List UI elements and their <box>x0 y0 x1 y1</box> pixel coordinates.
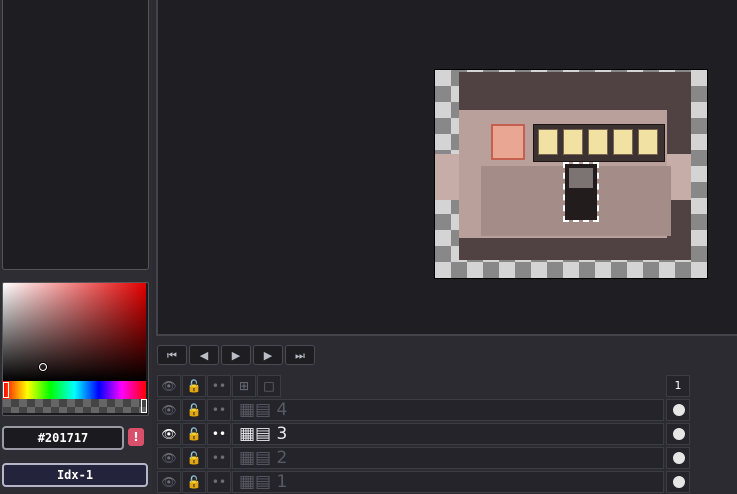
shelf-item <box>588 129 608 155</box>
prev-frame-button[interactable]: ◀ <box>189 345 219 365</box>
lock-icon[interactable]: 🔓 <box>182 399 206 421</box>
notice-poster <box>491 124 525 160</box>
layer-row[interactable]: 👁 🔓 •• ▦▤ 1 <box>157 471 737 494</box>
character-head <box>569 168 593 188</box>
eye-icon[interactable]: 👁 <box>157 471 181 493</box>
last-frame-button[interactable]: ⏭ <box>285 345 315 365</box>
left-panel: #201717 ! Idx-1 <box>0 0 152 493</box>
eye-icon[interactable]: 👁 <box>157 375 181 397</box>
cel-dot-icon <box>673 476 685 488</box>
layer-row-active[interactable]: 👁 🔓 •• ▦▤ 3 <box>157 423 737 446</box>
layer-row[interactable]: 👁 🔓 •• ▦▤ 4 <box>157 399 737 422</box>
sprite-canvas[interactable] <box>434 69 708 279</box>
cel-cell[interactable] <box>666 471 690 493</box>
frame-icon[interactable]: □ <box>257 375 281 397</box>
alpha-slider-handle[interactable] <box>141 399 147 413</box>
layers-panel: 👁 🔓 •• ⊞ □ 1 👁 🔓 •• ▦▤ 4 👁 🔓 •• ▦▤ 3 👁 🔓… <box>157 375 737 493</box>
lock-icon[interactable]: 🔓 <box>182 423 206 445</box>
first-frame-button[interactable]: ⏮ <box>157 345 187 365</box>
playback-controls: ⏮ ◀ ▶ ▶ ⏭ <box>157 345 317 367</box>
eye-icon[interactable]: 👁 <box>157 423 181 445</box>
color-picker[interactable] <box>2 282 149 416</box>
hue-slider-handle[interactable] <box>3 382 9 398</box>
link-icon[interactable]: •• <box>207 447 231 469</box>
shelf-item <box>613 129 633 155</box>
hue-slider[interactable] <box>3 381 146 399</box>
sprite-editor-area[interactable] <box>156 0 737 336</box>
play-icon: ▶ <box>231 349 241 362</box>
hex-color-field[interactable]: #201717 <box>2 426 124 450</box>
color-index-field[interactable]: Idx-1 <box>2 463 148 487</box>
room-ledge-left <box>435 154 459 200</box>
eye-icon[interactable]: 👁 <box>157 447 181 469</box>
palette-area[interactable] <box>2 0 149 270</box>
saturation-value-square[interactable] <box>3 283 146 381</box>
cel-dot-icon <box>673 452 685 464</box>
link-icon[interactable]: •• <box>207 471 231 493</box>
warning-icon[interactable]: ! <box>128 428 144 446</box>
shelf-item <box>638 129 658 155</box>
layer-name[interactable]: ▦▤ 3 <box>232 423 664 445</box>
cel-dot-icon <box>673 404 685 416</box>
layer-row[interactable]: 👁 🔓 •• ▦▤ 2 <box>157 447 737 470</box>
prev-frame-icon: ◀ <box>199 349 209 362</box>
layer-name[interactable]: ▦▤ 1 <box>232 471 664 493</box>
play-button[interactable]: ▶ <box>221 345 251 365</box>
cel-cell[interactable] <box>666 423 690 445</box>
lock-icon[interactable]: 🔓 <box>182 471 206 493</box>
last-frame-icon: ⏭ <box>295 349 305 362</box>
cel-dot-icon <box>673 428 685 440</box>
frame-number[interactable]: 1 <box>666 375 690 397</box>
link-icon[interactable]: •• <box>207 399 231 421</box>
shelf-item <box>538 129 558 155</box>
first-frame-icon: ⏮ <box>167 349 177 362</box>
link-icon[interactable]: •• <box>207 423 231 445</box>
lock-icon[interactable]: 🔓 <box>182 375 206 397</box>
eye-icon[interactable]: 👁 <box>157 399 181 421</box>
layer-name[interactable]: ▦▤ 2 <box>232 447 664 469</box>
alpha-slider[interactable] <box>3 399 146 413</box>
display-shelf <box>533 124 665 162</box>
tree-icon[interactable]: ⊞ <box>232 375 256 397</box>
cel-cell[interactable] <box>666 399 690 421</box>
lock-icon[interactable]: 🔓 <box>182 447 206 469</box>
layer-name[interactable]: ▦▤ 4 <box>232 399 664 421</box>
next-frame-button[interactable]: ▶ <box>253 345 283 365</box>
layers-header: 👁 🔓 •• ⊞ □ 1 <box>157 375 737 398</box>
shelf-item <box>563 129 583 155</box>
cel-cell[interactable] <box>666 447 690 469</box>
link-icon[interactable]: •• <box>207 375 231 397</box>
next-frame-icon: ▶ <box>263 349 273 362</box>
color-cursor[interactable] <box>39 363 47 371</box>
selected-character[interactable] <box>563 162 599 222</box>
